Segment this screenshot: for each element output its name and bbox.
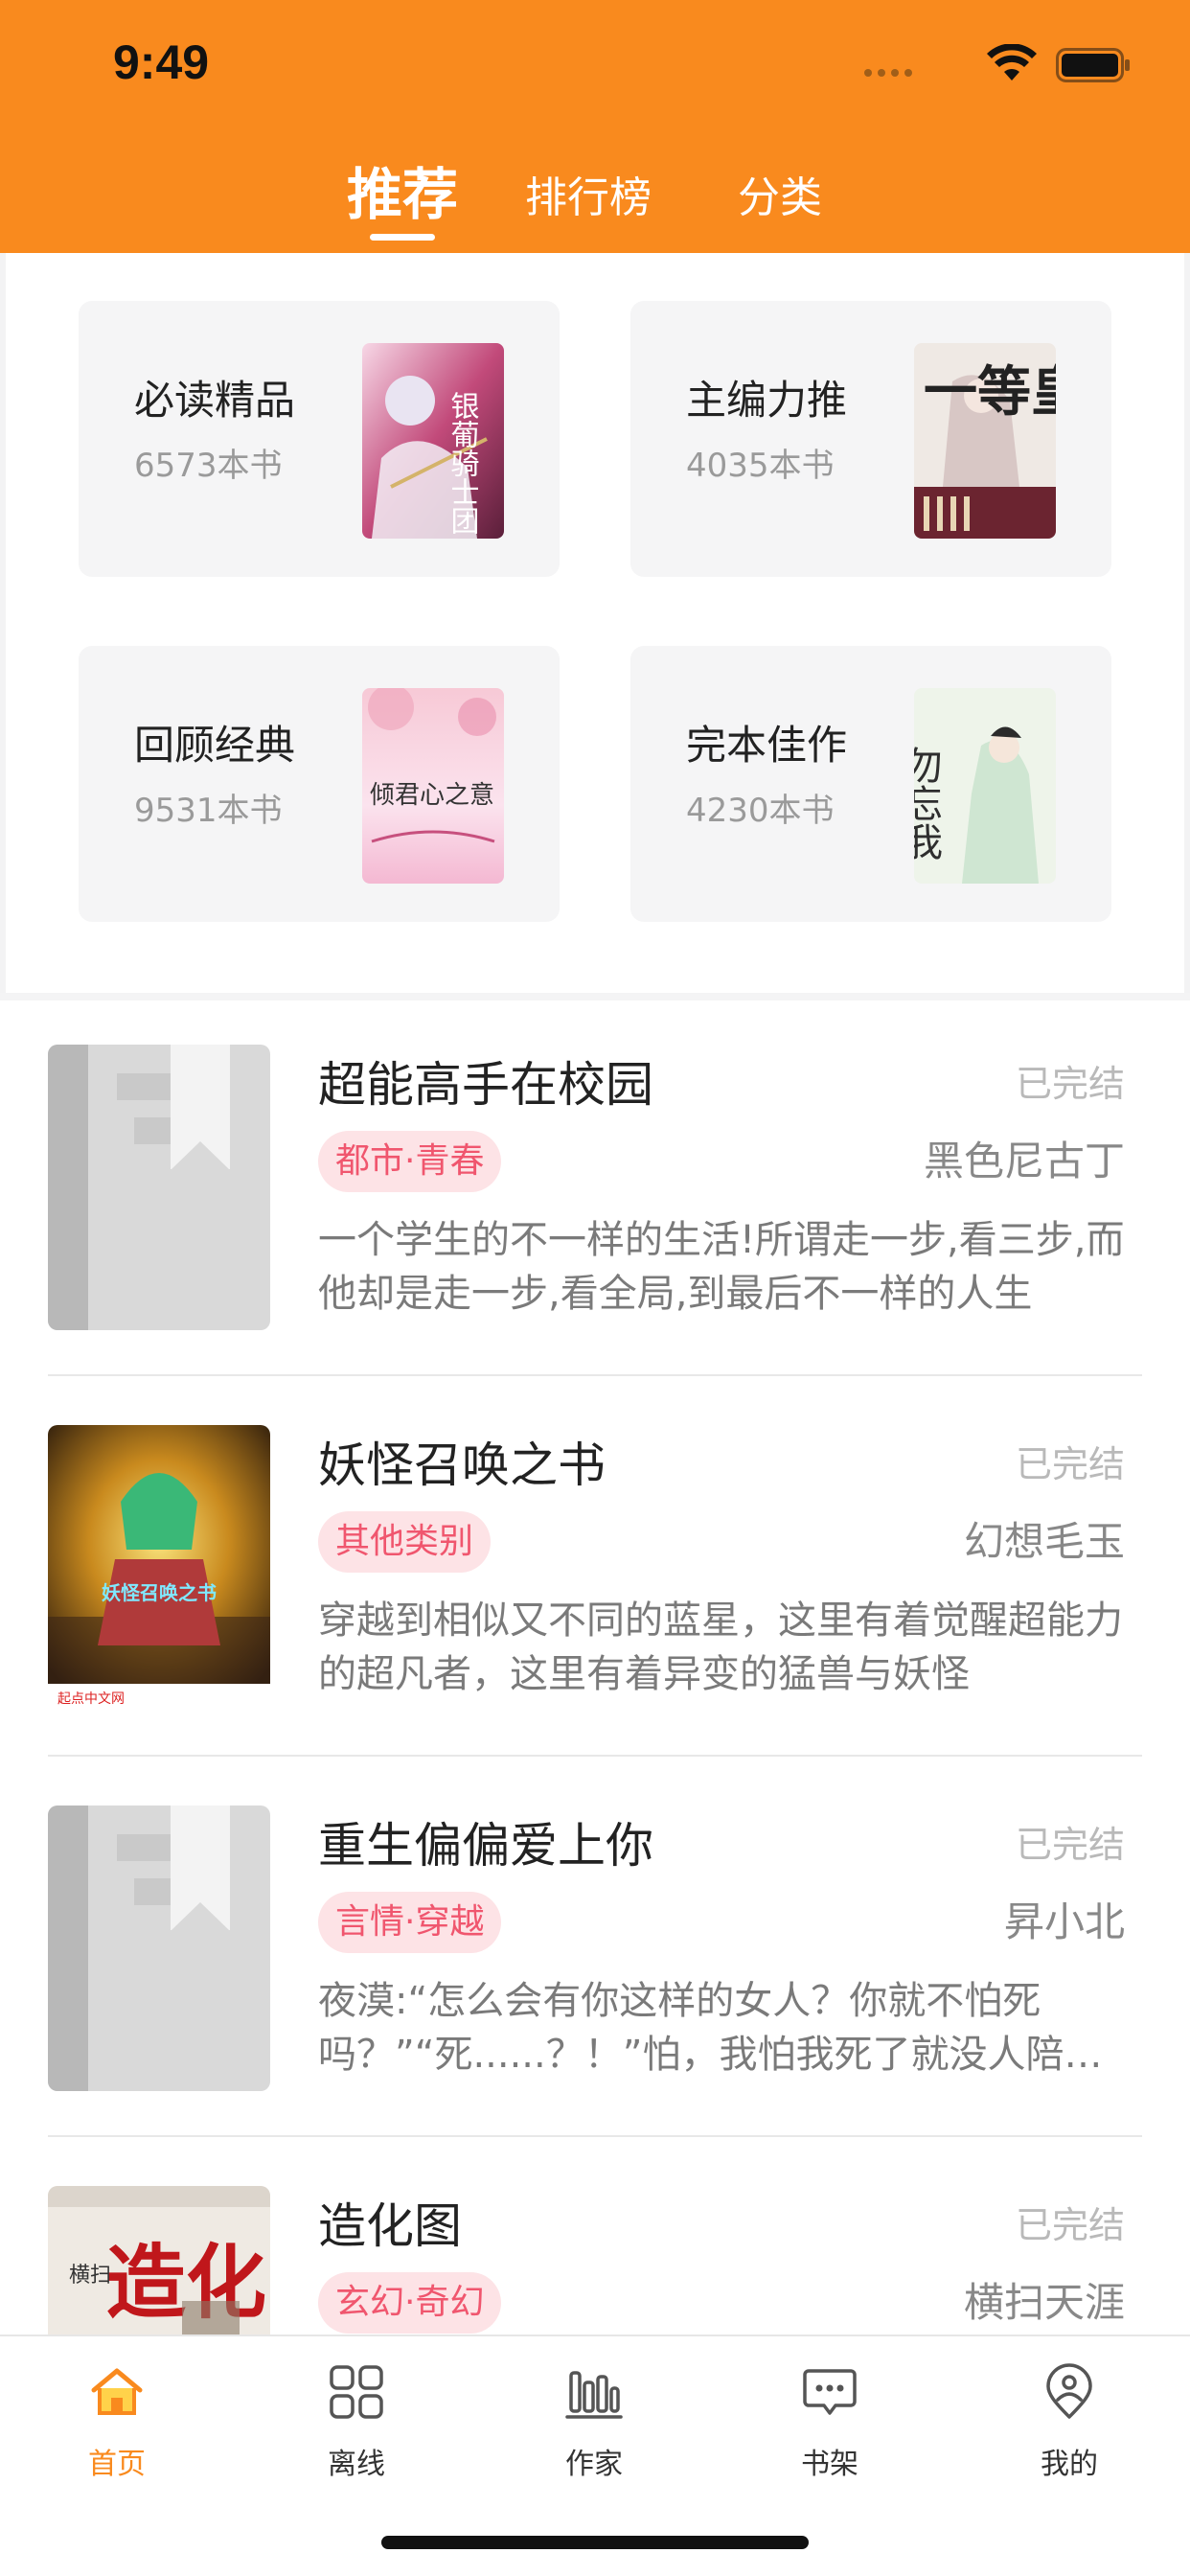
book-author: 横扫天涯 (963, 2279, 1125, 2326)
tab-category[interactable]: 分类 (738, 163, 822, 224)
list-divider (48, 1374, 1142, 1376)
category-count: 9531本书 (134, 792, 283, 830)
tab-label: 我的 (1041, 2448, 1098, 2481)
cover-title: 倾君心之意 (370, 781, 494, 810)
category-card-editor-pick[interactable]: 主编力推 4035本书 一等皇后 (630, 301, 1111, 577)
book-genre-tag: 玄幻·奇幻 (318, 2272, 502, 2334)
category-cover-image: 勿忘我 (914, 688, 1056, 884)
tab-label: 首页 (88, 2448, 146, 2481)
tab-mine[interactable]: 我的 (993, 2363, 1146, 2497)
book-cover-placeholder (48, 1045, 270, 1330)
grid-icon (330, 2365, 383, 2419)
tab-recommend[interactable]: 推荐 (347, 150, 458, 230)
location-user-icon (1046, 2363, 1092, 2419)
book-genre-tag: 言情·穿越 (318, 1892, 502, 1953)
category-count: 4035本书 (686, 447, 835, 485)
book-cover-placeholder (48, 1806, 270, 2091)
status-time: 9:49 (113, 35, 210, 89)
category-grid: 必读精品 6573本书 银葡骑士团 主编力推 4035本书 一等 回顾经典 95… (0, 253, 1190, 997)
tab-writer[interactable]: 作家 (517, 2363, 671, 2497)
book-title: 重生偏偏爱上你 (318, 1818, 653, 1874)
category-title: 必读精品 (134, 377, 296, 424)
category-card-must-read[interactable]: 必读精品 6573本书 银葡骑士团 (79, 301, 560, 577)
book-author: 昇小北 (1003, 1898, 1125, 1945)
cover-publisher: 起点中文网 (57, 1691, 125, 1707)
cover-title: 银葡骑士团 (446, 391, 480, 535)
category-cover-image: 一等皇后 (914, 343, 1056, 539)
section-divider (0, 993, 1190, 1000)
book-item[interactable]: 重生偏偏爱上你 已完结 言情·穿越 昇小北 夜漠:“怎么会有你这样的女人？你就不… (48, 1767, 1142, 2149)
book-cover-image: 妖怪召唤之书 起点中文网 (48, 1425, 270, 1711)
cover-title: 妖怪召唤之书 (102, 1581, 217, 1604)
tab-ranking[interactable]: 排行榜 (525, 163, 652, 224)
status-icons (864, 0, 1190, 134)
book-item[interactable]: 妖怪召唤之书 起点中文网 妖怪召唤之书 已完结 其他类别 幻想毛玉 穿越到相似又… (48, 1387, 1142, 1768)
book-status: 已完结 (1015, 1824, 1125, 1866)
category-card-classics[interactable]: 回顾经典 9531本书 倾君心之意 (79, 646, 560, 922)
tab-label: 作家 (565, 2448, 623, 2481)
list-divider (48, 2135, 1142, 2137)
home-indicator (381, 2536, 809, 2549)
tab-offline[interactable]: 离线 (280, 2363, 433, 2497)
category-title: 主编力推 (686, 377, 848, 424)
book-author: 黑色尼古丁 (923, 1138, 1125, 1184)
battery-icon (1056, 48, 1130, 82)
top-tabs: 推荐 排行榜 分类 (0, 153, 1190, 249)
category-count: 6573本书 (134, 447, 283, 485)
book-title: 超能高手在校园 (318, 1057, 653, 1113)
category-title: 回顾经典 (134, 722, 296, 769)
category-title: 完本佳作 (686, 722, 848, 769)
active-tab-indicator (370, 234, 435, 241)
book-genre-tag: 都市·青春 (318, 1131, 502, 1192)
bars-icon (565, 2371, 623, 2419)
wifi-icon (987, 44, 1037, 80)
cover-title: 勿忘我 (914, 746, 942, 861)
cover-author: 横扫 (69, 2264, 111, 2288)
book-author: 幻想毛玉 (963, 1518, 1125, 1565)
list-divider (48, 1755, 1142, 1757)
home-icon (91, 2368, 143, 2415)
book-title: 妖怪召唤之书 (318, 1438, 606, 1493)
book-description: 夜漠:“怎么会有你这样的女人？你就不怕死吗？”“死......？！”怕，我怕我死… (318, 1979, 1103, 2077)
book-status: 已完结 (1015, 1063, 1125, 1105)
book-item[interactable]: 超能高手在校园 已完结 都市·青春 黑色尼古丁 一个学生的不一样的生活!所谓走一… (48, 1006, 1142, 1388)
category-cover-image: 倾君心之意 (362, 688, 504, 884)
category-cover-image: 银葡骑士团 (362, 343, 504, 539)
chat-icon (803, 2369, 857, 2415)
category-count: 4230本书 (686, 792, 835, 830)
book-status: 已完结 (1015, 2204, 1125, 2246)
tab-home[interactable]: 首页 (40, 2363, 194, 2497)
book-status: 已完结 (1015, 1443, 1125, 1485)
book-genre-tag: 其他类别 (318, 1511, 492, 1573)
category-card-completed[interactable]: 完本佳作 4230本书 勿忘我 (630, 646, 1111, 922)
cover-title: 一等皇后 (924, 360, 1056, 424)
tab-bookshelf[interactable]: 书架 (753, 2363, 906, 2497)
tab-label: 书架 (801, 2448, 858, 2481)
book-description: 穿越到相似又不同的蓝星，这里有着觉醒超能力的超凡者，这里有着异变的猛兽与妖怪 (318, 1598, 1123, 1696)
book-item[interactable]: 造化 横扫 造化图 已完结 玄幻·奇幻 横扫天涯 (48, 2148, 1142, 2334)
app-header: 9:49 推荐 排行榜 分类 (0, 0, 1190, 253)
book-cover-image: 造化 横扫 (48, 2186, 270, 2334)
book-title: 造化图 (318, 2198, 462, 2254)
book-description: 一个学生的不一样的生活!所谓走一步,看三步,而他却是走一步,看全局,到最后不一样… (318, 1218, 1125, 1316)
tab-label: 离线 (328, 2448, 385, 2481)
